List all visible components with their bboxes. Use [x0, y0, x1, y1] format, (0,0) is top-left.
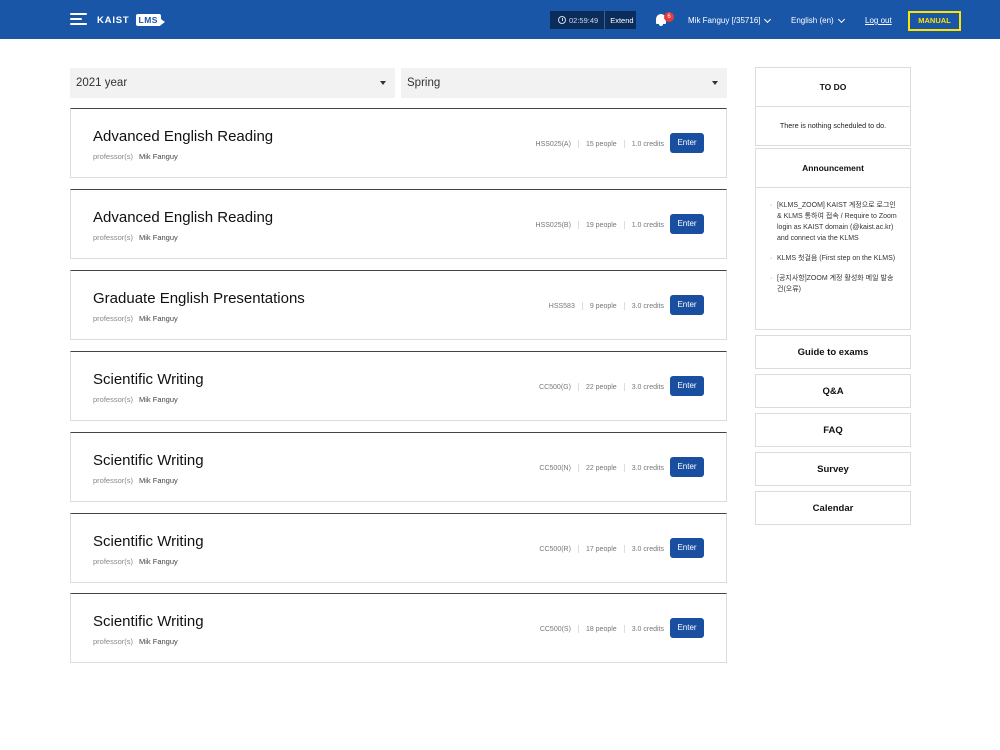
course-meta: HSS025(B) 19 people 1.0 credits — [536, 221, 664, 229]
session-divider — [604, 11, 606, 29]
course-credits: 3.0 credits — [631, 302, 664, 310]
course-people: 9 people — [589, 302, 617, 310]
course-people: 22 people — [585, 383, 617, 391]
course-professor: professor(s) Mik Fanguy — [93, 233, 178, 242]
dropdown-caret-icon — [712, 81, 718, 85]
logo-lms-text: LMS — [135, 14, 161, 26]
course-credits: 1.0 credits — [631, 221, 664, 229]
todo-panel: TO DO There is nothing scheduled to do. — [755, 67, 911, 146]
course-code: CC500(R) — [539, 545, 571, 553]
course-professor: professor(s) Mik Fanguy — [93, 476, 178, 485]
semester-select[interactable]: Spring — [401, 68, 727, 98]
logo-kaist-text: KAIST — [97, 14, 130, 26]
course-meta: HSS025(A) 15 people 1.0 credits — [536, 140, 664, 148]
course-meta: CC500(S) 18 people 3.0 credits — [540, 625, 664, 633]
course-people: 17 people — [585, 545, 617, 553]
course-credits: 3.0 credits — [631, 383, 664, 391]
year-select-value: 2021 year — [76, 77, 128, 89]
course-people: 22 people — [585, 464, 617, 472]
kaist-lms-logo[interactable]: KAIST LMS — [97, 12, 161, 28]
course-code: CC500(N) — [539, 464, 571, 472]
hamburger-menu-icon[interactable] — [70, 13, 87, 26]
announcement-panel: Announcement [KLMS_ZOOM] KAIST 계정으로 로그인 … — [755, 148, 911, 330]
course-title[interactable]: Scientific Writing — [93, 533, 204, 550]
logout-link[interactable]: Log out — [865, 16, 892, 25]
course-code: HSS025(A) — [535, 140, 571, 148]
course-credits: 3.0 credits — [631, 464, 664, 472]
course-professor: professor(s) Mik Fanguy — [93, 314, 178, 323]
enter-course-button[interactable]: Enter — [670, 214, 704, 234]
enter-course-button[interactable]: Enter — [670, 618, 704, 638]
manual-button[interactable]: MANUAL — [908, 11, 961, 31]
notification-count-badge: 6 — [664, 12, 674, 22]
dropdown-caret-icon — [380, 81, 386, 85]
session-timer: 02:59:49 Extend — [550, 11, 636, 29]
course-card: Advanced English Reading professor(s) Mik… — [70, 108, 727, 178]
course-title[interactable]: Scientific Writing — [93, 371, 204, 388]
clock-icon — [558, 16, 566, 24]
course-meta: CC500(R) 17 people 3.0 credits — [539, 545, 664, 553]
enter-course-button[interactable]: Enter — [670, 376, 704, 396]
course-code: CC500(S) — [539, 625, 571, 633]
course-professor: professor(s) Mik Fanguy — [93, 395, 178, 404]
session-time: 02:59:49 — [569, 15, 599, 25]
todo-message: There is nothing scheduled to do. — [779, 121, 887, 130]
chevron-down-icon — [837, 15, 845, 23]
announcement-item[interactable]: [KLMS_ZOOM] KAIST 계정으로 로그인 & KLMS 통하여 접속… — [770, 200, 898, 244]
course-people: 19 people — [585, 221, 617, 229]
course-code: CC500(G) — [539, 383, 571, 391]
course-card: Scientific Writing professor(s) Mik Fangu… — [70, 432, 727, 502]
qna-link[interactable]: Q&A — [755, 374, 911, 408]
guide-to-exams-link[interactable]: Guide to exams — [755, 335, 911, 369]
course-card: Scientific Writing professor(s) Mik Fangu… — [70, 351, 727, 421]
course-card: Scientific Writing professor(s) Mik Fangu… — [70, 513, 727, 583]
year-select[interactable]: 2021 year — [70, 68, 395, 98]
course-title[interactable]: Advanced English Reading — [93, 128, 273, 145]
course-meta: CC500(G) 22 people 3.0 credits — [539, 383, 664, 391]
course-credits: 1.0 credits — [631, 140, 664, 148]
todo-title: TO DO — [756, 68, 910, 107]
course-code: HSS583 — [548, 302, 575, 310]
enter-course-button[interactable]: Enter — [670, 457, 704, 477]
course-credits: 3.0 credits — [631, 545, 664, 553]
language-selector[interactable]: English (en) — [791, 15, 845, 25]
course-people: 18 people — [585, 625, 617, 633]
enter-course-button[interactable]: Enter — [670, 133, 704, 153]
announcement-item[interactable]: KLMS 첫걸음 (First step on the KLMS) — [770, 253, 898, 264]
course-title[interactable]: Scientific Writing — [93, 452, 204, 469]
user-name: Mik Fanguy [/35716] — [688, 16, 761, 25]
course-card: Advanced English Reading professor(s) Mik… — [70, 189, 727, 259]
course-meta: HSS583 9 people 3.0 credits — [549, 302, 664, 310]
course-professor: professor(s) Mik Fanguy — [93, 152, 178, 161]
course-meta: CC500(N) 22 people 3.0 credits — [539, 464, 664, 472]
course-card: Graduate English Presentations professor… — [70, 270, 727, 340]
course-credits: 3.0 credits — [631, 625, 664, 633]
course-title[interactable]: Graduate English Presentations — [93, 290, 305, 307]
language-label: English (en) — [791, 16, 834, 25]
course-title[interactable]: Scientific Writing — [93, 613, 204, 630]
enter-course-button[interactable]: Enter — [670, 295, 704, 315]
course-professor: professor(s) Mik Fanguy — [93, 637, 178, 646]
announcement-item[interactable]: [공지사항]ZOOM 계정 활성화 메일 발송 건(오류) — [770, 273, 898, 295]
course-card: Scientific Writing professor(s) Mik Fangu… — [70, 593, 727, 663]
faq-link[interactable]: FAQ — [755, 413, 911, 447]
user-menu[interactable]: Mik Fanguy [/35716] — [688, 15, 772, 25]
announcement-title: Announcement — [756, 149, 910, 188]
course-title[interactable]: Advanced English Reading — [93, 209, 273, 226]
announcement-list: [KLMS_ZOOM] KAIST 계정으로 로그인 & KLMS 통하여 접속… — [756, 188, 910, 310]
extend-session-button[interactable]: Extend — [610, 16, 633, 25]
chevron-down-icon — [764, 15, 772, 23]
course-professor: professor(s) Mik Fanguy — [93, 557, 178, 566]
survey-link[interactable]: Survey — [755, 452, 911, 486]
course-people: 15 people — [585, 140, 617, 148]
semester-select-value: Spring — [407, 77, 441, 89]
top-navigation-bar: KAIST LMS 02:59:49 Extend 6 Mik Fanguy [… — [0, 0, 1000, 39]
enter-course-button[interactable]: Enter — [670, 538, 704, 558]
calendar-link[interactable]: Calendar — [755, 491, 911, 525]
course-code: HSS025(B) — [535, 221, 571, 229]
